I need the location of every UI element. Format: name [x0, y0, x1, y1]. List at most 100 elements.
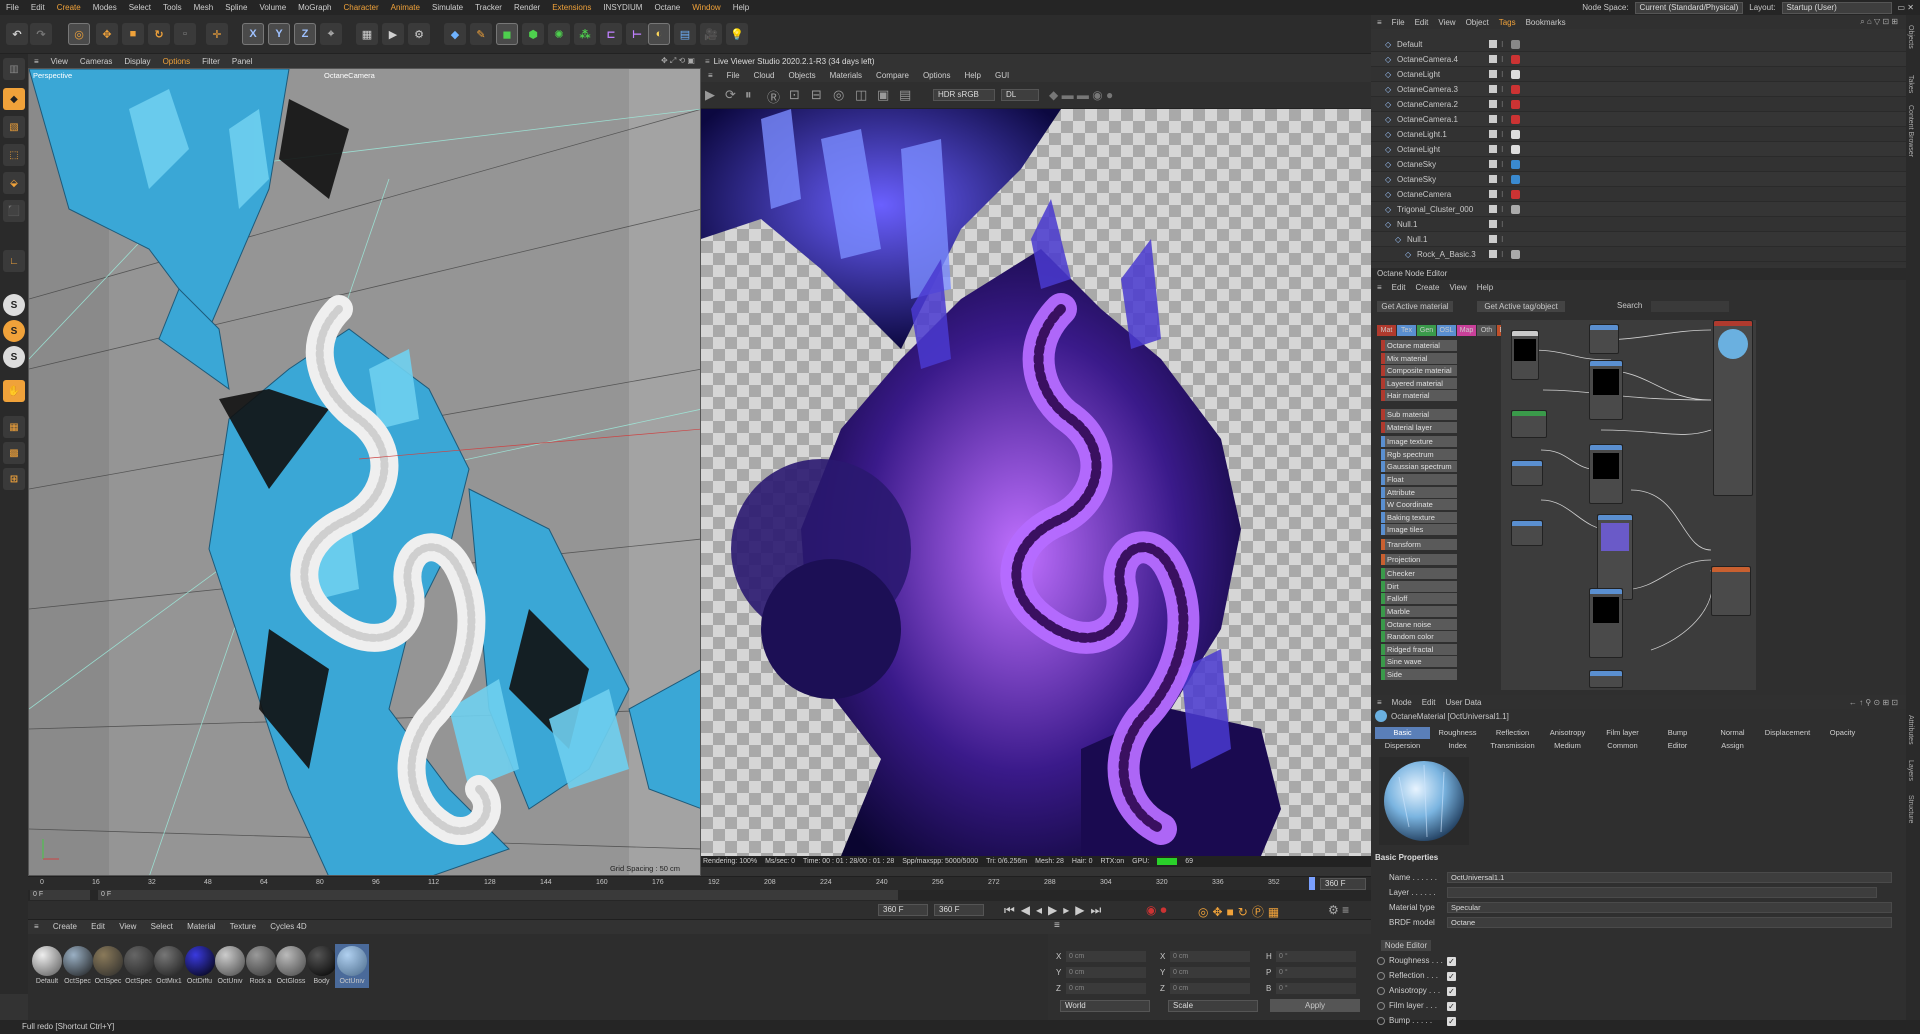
material-swatch[interactable]: Body	[305, 944, 339, 988]
menu-select[interactable]: Select	[123, 0, 157, 15]
object-row[interactable]: ◇ OctaneSky ⁝	[1371, 157, 1906, 172]
coord-position-field[interactable]: 0 cm	[1066, 967, 1146, 978]
coord-position-field[interactable]: 0 cm	[1066, 983, 1146, 994]
apply-button[interactable]: Apply	[1270, 999, 1360, 1012]
radio-icon[interactable]	[1377, 987, 1385, 995]
attr-menu-edit[interactable]: Edit	[1422, 698, 1436, 707]
node-list-item[interactable]: Random color	[1381, 631, 1457, 643]
attr-tab[interactable]: Film layer	[1595, 727, 1650, 739]
coord-world-select[interactable]: World	[1060, 1000, 1150, 1012]
material-swatch[interactable]: OctSpec	[122, 944, 156, 988]
checkbox[interactable]: ✓	[1447, 957, 1456, 966]
camera-icon[interactable]: 🎥	[700, 23, 722, 45]
menu-mesh[interactable]: Mesh	[188, 0, 220, 15]
node-list-item[interactable]: Gaussian spectrum	[1381, 461, 1457, 473]
node-graph-canvas[interactable]	[1501, 320, 1756, 690]
grid-icon[interactable]: ▩	[3, 442, 25, 464]
object-row[interactable]: ◇ Trigonal_Cluster_000 ⁝	[1371, 202, 1906, 217]
white-balance-icon[interactable]: ◫	[855, 87, 867, 103]
visibility-toggle[interactable]	[1489, 100, 1497, 108]
lock-icon[interactable]: ⊟	[811, 87, 822, 103]
visibility-toggle[interactable]	[1489, 55, 1497, 63]
radio-icon[interactable]	[1377, 1002, 1385, 1010]
viewport-menu-options[interactable]: Options	[157, 57, 197, 66]
get-active-material-button[interactable]: Get Active material	[1377, 301, 1453, 312]
viewport-menu-panel[interactable]: Panel	[226, 57, 258, 66]
transform-icon[interactable]: ✛	[206, 23, 228, 45]
record-icons[interactable]: ◉⏺	[1146, 903, 1170, 918]
object-tag-icon[interactable]	[1511, 55, 1520, 64]
node-category-tab[interactable]: Mat	[1377, 325, 1396, 336]
object-tag-icon[interactable]	[1511, 100, 1520, 109]
axis-mode-icon[interactable]: ∟	[3, 250, 25, 272]
lv-menu-gui[interactable]: GUI	[988, 71, 1016, 80]
attr-tab[interactable]: Roughness	[1430, 727, 1485, 739]
render-dots[interactable]: ⁝	[1501, 82, 1504, 97]
mograph-icon[interactable]: ⁂	[574, 23, 596, 45]
side-tab-content-browser[interactable]: Content Browser	[1907, 105, 1914, 157]
node-list-item[interactable]: Octane noise	[1381, 618, 1457, 630]
timeline-ruler[interactable]: 0 16 32 48 64 80 96 112 128 144 160 176 …	[28, 876, 1371, 891]
visibility-toggle[interactable]	[1489, 40, 1497, 48]
node-list-item[interactable]: Baking texture	[1381, 511, 1457, 523]
subsampling-icon[interactable]: ▤	[899, 87, 911, 103]
y-axis-icon[interactable]: Y	[268, 23, 290, 45]
lv-menu-materials[interactable]: Materials	[823, 71, 869, 80]
attr-menu-userdata[interactable]: User Data	[1445, 698, 1481, 707]
render-dots[interactable]: ⁝	[1501, 97, 1504, 112]
brdf-model-select[interactable]: Octane	[1447, 917, 1892, 928]
panel-handle-icon[interactable]: ≡	[1377, 698, 1382, 707]
mat-menu-cycles[interactable]: Cycles 4D	[264, 920, 312, 934]
undo-icon[interactable]: ↶	[6, 23, 28, 45]
coord-scale-select[interactable]: Scale	[1168, 1000, 1258, 1012]
ne-menu-create[interactable]: Create	[1415, 283, 1439, 292]
panel-handle-icon[interactable]: ≡	[1377, 283, 1382, 292]
node-category-tab[interactable]: Oth	[1477, 325, 1496, 336]
obj-search-icons[interactable]: ⌕ ⌂ ▽ ⊡ ⊞	[1860, 17, 1906, 27]
object-tag-icon[interactable]	[1511, 40, 1520, 49]
select-tool-icon[interactable]: ◎	[68, 23, 90, 45]
node-list-item[interactable]: Transform	[1381, 539, 1457, 550]
x-axis-icon[interactable]: X	[242, 23, 264, 45]
coord-size-field[interactable]: 0 cm	[1170, 967, 1250, 978]
cloner-icon[interactable]: ✺	[548, 23, 570, 45]
node-image-texture-4[interactable]	[1589, 588, 1623, 658]
render-dots[interactable]: ⁝	[1501, 52, 1504, 67]
obj-menu-tags[interactable]: Tags	[1499, 18, 1516, 27]
workplane-icon[interactable]: ▦	[3, 416, 25, 438]
side-tab-objects[interactable]: Objects	[1907, 25, 1914, 49]
coord-rotation-field[interactable]: 0 °	[1276, 951, 1356, 962]
focus-picker-icon[interactable]: ◎	[833, 87, 844, 103]
rotate-tool-icon[interactable]: ↻	[148, 23, 170, 45]
attr-tab[interactable]: Common	[1595, 740, 1650, 752]
visibility-toggle[interactable]	[1489, 235, 1497, 243]
obj-menu-edit[interactable]: Edit	[1415, 18, 1429, 27]
move-tool-icon[interactable]: ✥	[96, 23, 118, 45]
point-mode-icon[interactable]: ⬚	[3, 144, 25, 166]
node-scattering[interactable]	[1711, 566, 1751, 616]
viewport-menu-cameras[interactable]: Cameras	[74, 57, 118, 66]
node-universal-material[interactable]	[1713, 320, 1753, 496]
visibility-toggle[interactable]	[1489, 175, 1497, 183]
menu-animate[interactable]: Animate	[385, 0, 426, 15]
material-type-select[interactable]: Specular	[1447, 902, 1892, 913]
node-list-item[interactable]: W Coordinate	[1381, 499, 1457, 511]
material-swatch[interactable]: Default	[30, 944, 64, 988]
lock-workplane-icon[interactable]: ⊞	[3, 468, 25, 490]
node-image-texture-3[interactable]	[1589, 444, 1623, 504]
render-dots[interactable]: ⁝	[1501, 217, 1504, 232]
coord-rotation-field[interactable]: 0 °	[1276, 967, 1356, 978]
lv-menu-cloud[interactable]: Cloud	[747, 71, 782, 80]
material-swatch[interactable]: OctUniv	[335, 944, 369, 988]
lv-menu-compare[interactable]: Compare	[869, 71, 916, 80]
attr-tab[interactable]: Opacity	[1815, 727, 1870, 739]
subdivision-icon[interactable]: ◼	[496, 23, 518, 45]
coord-size-field[interactable]: 0 cm	[1170, 951, 1250, 962]
render-dots[interactable]: ⁝	[1501, 187, 1504, 202]
attr-tab[interactable]: Transmission	[1485, 740, 1540, 752]
render-dots[interactable]: ⁝	[1501, 157, 1504, 172]
kernel-select[interactable]: DL	[1001, 89, 1039, 101]
snap-icon[interactable]: S	[3, 294, 25, 316]
scale-tool-icon[interactable]: ■	[122, 23, 144, 45]
menu-help[interactable]: Help	[727, 0, 755, 15]
